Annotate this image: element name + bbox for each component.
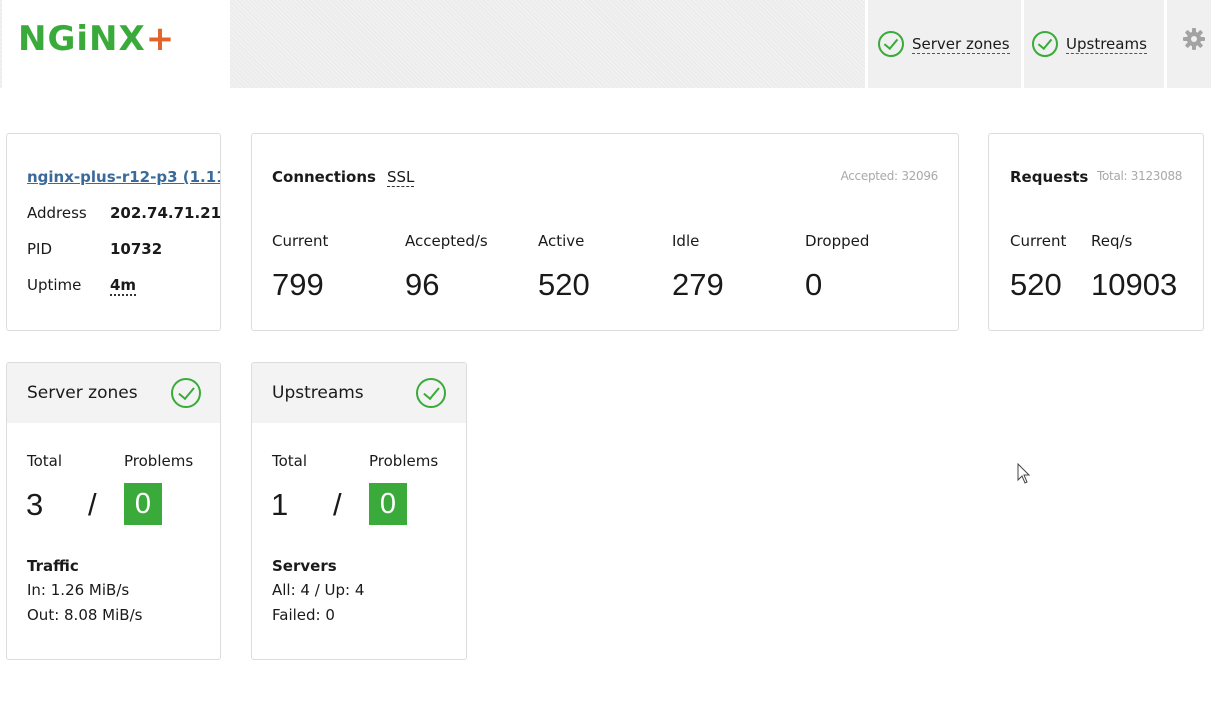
servers-up: All: 4 / Up: 4 — [272, 581, 365, 599]
server-zones-card[interactable]: Server zones Total Problems 3 / 0 Traffi… — [6, 362, 221, 660]
status-ok-icon — [878, 31, 904, 57]
servers-failed: Failed: 0 — [272, 606, 335, 624]
address-label: Address — [27, 204, 87, 222]
metric-label: Active — [538, 232, 585, 250]
problems-badge: 0 — [124, 483, 162, 525]
status-ok-icon — [171, 378, 201, 408]
gear-icon — [1183, 28, 1205, 50]
metric-value: 799 — [272, 267, 324, 302]
traffic-in: In: 1.26 MiB/s — [27, 581, 130, 599]
mouse-cursor-icon — [1017, 463, 1031, 484]
traffic-title: Traffic — [27, 557, 79, 575]
metric-label: Req/s — [1091, 232, 1133, 250]
problems-label: Problems — [369, 452, 439, 470]
logo[interactable]: NGiNX+ — [2, 0, 230, 88]
traffic-out: Out: 8.08 MiB/s — [27, 606, 143, 624]
requests-title: Requests — [1010, 168, 1089, 186]
metric-label: Current — [1010, 232, 1067, 250]
metric-value: 279 — [672, 267, 724, 302]
status-ok-icon — [1032, 31, 1058, 57]
metric-value: 10903 — [1091, 267, 1178, 302]
separator: / — [88, 487, 97, 522]
server-zones-title: Server zones — [27, 383, 138, 403]
uptime-value[interactable]: 4m — [110, 276, 137, 296]
problems-badge: 0 — [369, 483, 407, 525]
top-bar: NGiNX+ Server zones Upstreams — [0, 0, 1211, 88]
metric-label: Dropped — [805, 232, 870, 250]
address-value: 202.74.71.216 — [110, 204, 221, 222]
total-value: 3 — [26, 487, 44, 522]
ssl-tab[interactable]: SSL — [387, 168, 415, 187]
requests-total: Total: 3123088 — [1097, 169, 1183, 183]
nav-upstreams[interactable]: Upstreams — [1024, 0, 1164, 88]
version-link[interactable]: nginx-plus-r12-p3 (1.11.10) — [27, 168, 220, 186]
separator: / — [333, 487, 342, 522]
metric-value: 96 — [405, 267, 440, 302]
metric-value: 520 — [538, 267, 590, 302]
settings-button[interactable] — [1167, 0, 1211, 88]
total-label: Total — [272, 452, 308, 470]
nav-server-zones-label[interactable]: Server zones — [912, 35, 1010, 54]
upstreams-card[interactable]: Upstreams Total Problems 1 / 0 Servers A… — [251, 362, 467, 660]
metric-label: Current — [272, 232, 329, 250]
requests-card: Requests Total: 3123088 Current 520 Req/… — [988, 133, 1204, 331]
total-value: 1 — [271, 487, 289, 522]
connections-title: Connections — [272, 168, 376, 186]
problems-label: Problems — [124, 452, 194, 470]
connections-card: Connections SSL Accepted: 32096 Current … — [251, 133, 959, 331]
pid-value: 10732 — [110, 240, 163, 258]
status-ok-icon — [416, 378, 446, 408]
logo-text: NGiNX+ — [18, 19, 176, 59]
nav-upstreams-label[interactable]: Upstreams — [1066, 35, 1147, 54]
metric-value: 0 — [805, 267, 823, 302]
upstreams-title: Upstreams — [272, 383, 364, 403]
uptime-label: Uptime — [27, 276, 82, 294]
metric-label: Idle — [672, 232, 700, 250]
metric-label: Accepted/s — [405, 232, 488, 250]
metric-value: 520 — [1010, 267, 1062, 302]
server-info-card: nginx-plus-r12-p3 (1.11.10) Address 202.… — [6, 133, 221, 331]
total-label: Total — [27, 452, 63, 470]
pid-label: PID — [27, 240, 53, 258]
servers-title: Servers — [272, 557, 337, 575]
nav-server-zones[interactable]: Server zones — [868, 0, 1021, 88]
accepted-total: Accepted: 32096 — [840, 169, 939, 183]
